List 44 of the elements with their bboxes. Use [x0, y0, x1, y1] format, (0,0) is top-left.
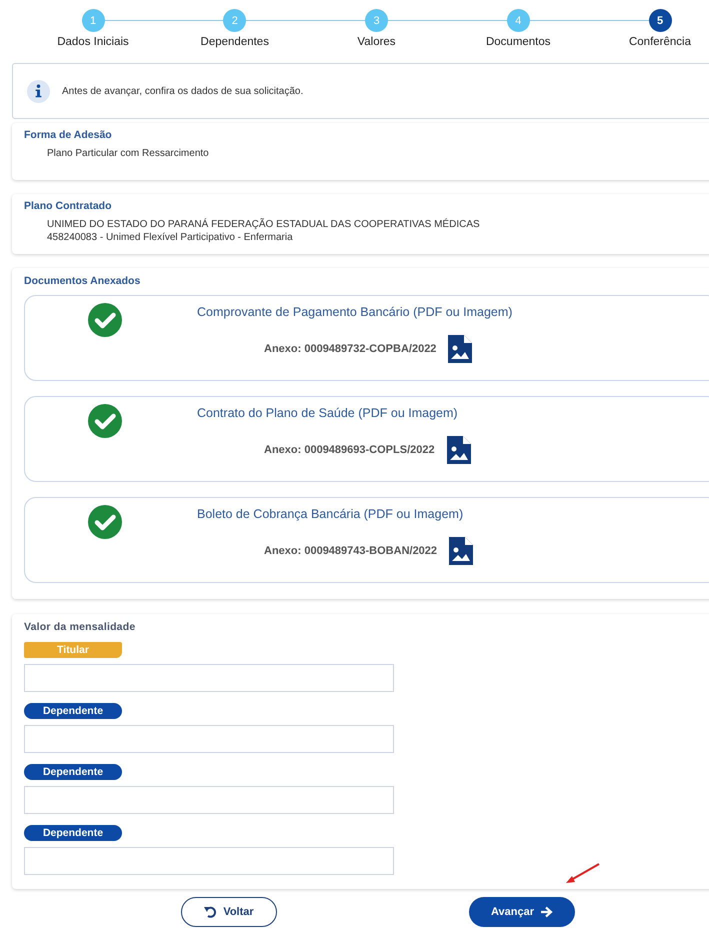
- section-title: Plano Contratado: [24, 200, 113, 212]
- step-circle: 3: [365, 9, 388, 32]
- section-text: UNIMED DO ESTADO DO PARANÁ FEDERAÇÃO ESTADUAL DAS COOPERATIVAS MÉDICAS: [46, 218, 481, 231]
- dependente-badge: Dependente: [24, 825, 122, 841]
- step-circle: 2: [223, 9, 246, 32]
- undo-icon: [204, 906, 218, 918]
- section-title: Documentos Anexados: [24, 275, 142, 287]
- image-file-icon[interactable]: [448, 335, 472, 363]
- input-field[interactable]: [24, 786, 394, 814]
- dependente-badge: Dependente: [24, 703, 122, 719]
- document-name: Contrato do Plano de Saúde (PDF ou Imagem): [197, 406, 459, 420]
- step-label: Dados Iniciais: [57, 36, 129, 48]
- section-text: 458240083 - Unimed Flexível Participativo - Enfermaria: [46, 231, 294, 244]
- step-label: Valores: [357, 36, 396, 48]
- attachment-number: Anexo: 0009489743-BOBAN/2022: [264, 545, 438, 557]
- attachment-number: Anexo: 0009489693-COPLS/2022: [264, 444, 435, 456]
- input-field[interactable]: [24, 664, 394, 692]
- check-circle-icon: [88, 404, 122, 438]
- check-circle-icon: [88, 303, 122, 337]
- step-label: Documentos: [486, 36, 551, 48]
- back-button[interactable]: Voltar: [181, 897, 277, 927]
- next-button[interactable]: Avançar: [469, 897, 575, 927]
- input-field[interactable]: [24, 725, 394, 753]
- pointer-arrow: [565, 863, 601, 885]
- step-circle: 5: [648, 9, 672, 32]
- image-file-icon[interactable]: [446, 436, 471, 464]
- info-icon: [27, 80, 50, 102]
- image-file-icon[interactable]: [449, 537, 474, 565]
- arrow-right-icon: [540, 906, 553, 918]
- dependente-badge: Dependente: [24, 764, 122, 780]
- alert-text: Antes de avançar, confira os dados de sua solicitação.: [62, 86, 304, 96]
- attachment-number: Anexo: 0009489732-COPBA/2022: [264, 343, 436, 355]
- step-circle: 4: [506, 9, 530, 32]
- document-name: Comprovante de Pagamento Bancário (PDF ou Imagem): [197, 305, 514, 319]
- step-circle: 1: [82, 9, 104, 32]
- section-text: Plano Particular com Ressarcimento: [46, 147, 210, 160]
- titular-badge: Titular: [24, 642, 122, 658]
- section-title: Valor da mensalidade: [24, 621, 136, 633]
- section-title: Forma de Adesão: [24, 129, 113, 141]
- input-field[interactable]: [24, 847, 394, 875]
- document-name: Boleto de Cobrança Bancária (PDF ou Imagem): [197, 507, 464, 521]
- step-label: Dependentes: [200, 36, 269, 48]
- check-circle-icon: [88, 505, 122, 539]
- step-label: Conferência: [628, 36, 691, 48]
